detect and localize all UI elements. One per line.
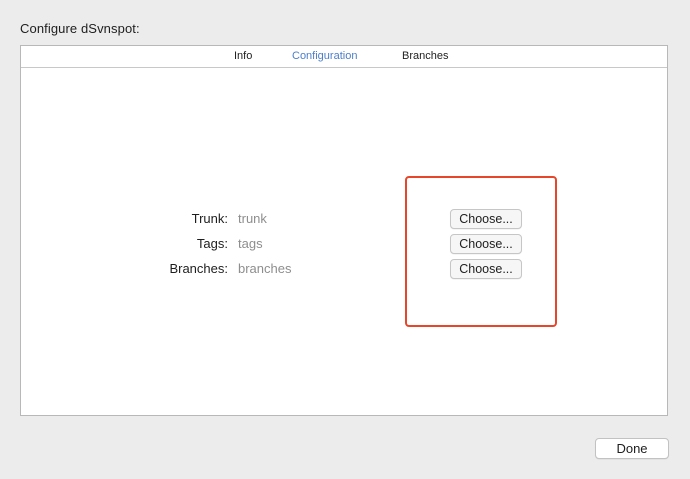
tags-label: Tags: <box>196 236 228 251</box>
highlight-annotation <box>405 176 557 327</box>
configuration-panel: Info Configuration Branches <box>20 45 668 416</box>
trunk-value: trunk <box>238 211 267 226</box>
dialog-title: Configure dSvnspot: <box>20 21 140 36</box>
done-button[interactable]: Done <box>595 438 669 459</box>
branches-value: branches <box>238 261 292 276</box>
tags-value: tags <box>238 236 263 251</box>
trunk-label: Trunk: <box>191 211 228 226</box>
branches-label: Branches: <box>169 261 228 276</box>
tab-configuration[interactable]: Configuration <box>292 50 357 62</box>
tab-bar: Info Configuration Branches <box>21 46 667 68</box>
tab-info[interactable]: Info <box>234 50 252 62</box>
tab-branches[interactable]: Branches <box>402 50 448 62</box>
